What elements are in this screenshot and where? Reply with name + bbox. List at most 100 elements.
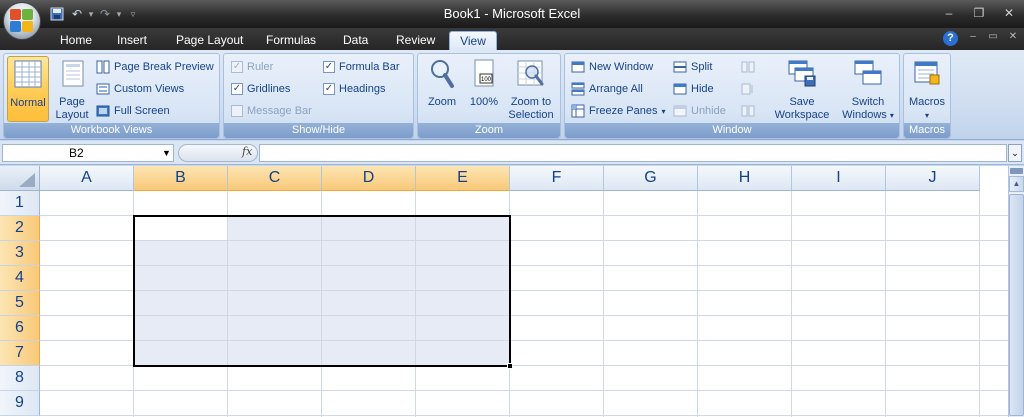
headings-checkbox[interactable]: ✓ Headings: [323, 80, 385, 98]
scroll-up-icon[interactable]: ▲: [1009, 176, 1024, 192]
page-break-preview-label: Page Break Preview: [114, 61, 214, 73]
gridlines-label: Gridlines: [247, 83, 291, 95]
column-header-e[interactable]: E: [416, 166, 510, 191]
zoom-100-button[interactable]: 100 100%: [464, 56, 504, 122]
hide-button[interactable]: Hide: [673, 80, 714, 98]
workbook-window-controls: – ▭ ✕: [966, 31, 1020, 45]
row-header-7[interactable]: 7: [0, 341, 40, 366]
worksheet-grid[interactable]: ABCDEFGHIJ 123456789: [0, 166, 1008, 417]
column-header-h[interactable]: H: [698, 166, 792, 191]
ruler-checkbox: ✓ Ruler: [231, 58, 273, 76]
workbook-minimize-icon[interactable]: –: [966, 31, 980, 45]
magnifier-icon: [431, 60, 454, 88]
normal-view-button[interactable]: Normal: [7, 56, 49, 122]
freeze-panes-button[interactable]: Freeze Panes ▾: [571, 102, 666, 120]
row-header-3[interactable]: 3: [0, 241, 40, 266]
zoom-to-selection-button[interactable]: Zoom to Selection: [506, 56, 556, 122]
office-logo-icon: [10, 9, 34, 33]
column-header-d[interactable]: D: [322, 166, 416, 191]
save-workspace-label-2: Workspace: [774, 109, 830, 121]
message-bar-checkbox: Message Bar: [231, 102, 312, 120]
new-window-icon: [571, 61, 585, 73]
column-header-i[interactable]: I: [792, 166, 886, 191]
row-header-2[interactable]: 2: [0, 216, 40, 241]
column-header-c[interactable]: C: [228, 166, 322, 191]
custom-views-button[interactable]: Custom Views: [96, 80, 184, 98]
new-window-label: New Window: [589, 61, 654, 73]
row-header-1[interactable]: 1: [0, 191, 40, 216]
insert-function-icon[interactable]: fx: [242, 145, 252, 158]
name-box-dropdown-icon[interactable]: ▼: [162, 144, 171, 162]
workbook-close-icon[interactable]: ✕: [1006, 31, 1020, 45]
split-button[interactable]: Split: [673, 58, 712, 76]
column-header-g[interactable]: G: [604, 166, 698, 191]
row-header-4[interactable]: 4: [0, 266, 40, 291]
office-button[interactable]: [3, 2, 41, 40]
arrange-all-label: Arrange All: [589, 83, 643, 95]
page-layout-view-button[interactable]: Page Layout: [52, 56, 92, 122]
page-layout-view-icon: [62, 60, 84, 87]
tab-page-layout[interactable]: Page Layout: [166, 31, 253, 50]
minimize-icon[interactable]: –: [938, 4, 960, 22]
group-label-zoom: Zoom: [418, 123, 560, 138]
switch-windows-button[interactable]: Switch Windows ▾: [837, 56, 899, 122]
fill-handle[interactable]: [507, 363, 513, 369]
custom-views-icon: [96, 83, 110, 95]
expand-formula-bar-icon[interactable]: ⌄: [1008, 144, 1022, 162]
formula-bar-checkbox[interactable]: ✓ Formula Bar: [323, 58, 400, 76]
vertical-scrollbar[interactable]: ▲: [1008, 166, 1024, 417]
row-header-5[interactable]: 5: [0, 291, 40, 316]
tab-data[interactable]: Data: [333, 31, 378, 50]
macros-icon: [914, 61, 940, 85]
zoom-to-selection-label-2: Selection: [508, 109, 554, 121]
select-all-triangle-icon: [19, 173, 35, 187]
zoom-button[interactable]: Zoom: [422, 56, 462, 122]
unhide-label: Unhide: [691, 105, 726, 117]
message-bar-label: Message Bar: [247, 105, 312, 117]
window-controls: – ❐ ✕: [938, 4, 1020, 22]
page-layout-label-2: Layout: [55, 109, 89, 121]
group-workbook-views: Normal Page Layout Page Break Preview Cu…: [3, 53, 220, 139]
tab-view[interactable]: View: [449, 31, 497, 50]
normal-view-icon: [14, 60, 42, 88]
name-box[interactable]: B2: [2, 144, 174, 162]
gridlines-checkbox[interactable]: ✓ Gridlines: [231, 80, 290, 98]
zoom-to-selection-label-1: Zoom to: [510, 96, 552, 108]
zoom-100-label: 100%: [469, 96, 499, 108]
split-box[interactable]: [1010, 168, 1023, 174]
column-header-a[interactable]: A: [40, 166, 134, 191]
formula-bar: B2 ▼ fx ⌄: [0, 141, 1024, 165]
selection-border: [133, 215, 511, 367]
row-header-8[interactable]: 8: [0, 366, 40, 391]
page-layout-label-1: Page: [59, 96, 85, 108]
new-window-button[interactable]: New Window: [571, 58, 653, 76]
column-header-j[interactable]: J: [886, 166, 980, 191]
tab-insert[interactable]: Insert: [107, 31, 157, 50]
full-screen-button[interactable]: Full Screen: [96, 102, 170, 120]
column-header-b[interactable]: B: [134, 166, 228, 191]
column-header-f[interactable]: F: [510, 166, 604, 191]
tab-formulas[interactable]: Formulas: [256, 31, 326, 50]
zoom-label: Zoom: [427, 96, 457, 108]
help-icon[interactable]: ?: [943, 31, 958, 46]
page-break-preview-icon: [96, 60, 110, 74]
macros-button[interactable]: Macros ▾: [906, 56, 948, 122]
save-workspace-button[interactable]: Save Workspace: [769, 56, 835, 122]
freeze-panes-label: Freeze Panes: [589, 105, 658, 117]
arrange-all-icon: [571, 82, 585, 96]
page-break-preview-button[interactable]: Page Break Preview: [96, 58, 214, 76]
arrange-all-button[interactable]: Arrange All: [571, 80, 643, 98]
formula-input[interactable]: [259, 144, 1007, 162]
select-all-button[interactable]: [0, 166, 40, 191]
close-icon[interactable]: ✕: [998, 4, 1020, 22]
tab-review[interactable]: Review: [386, 31, 445, 50]
tab-home[interactable]: Home: [50, 31, 102, 50]
workbook-restore-icon[interactable]: ▭: [986, 31, 1000, 45]
app-name: Microsoft Excel: [492, 6, 581, 21]
row-header-6[interactable]: 6: [0, 316, 40, 341]
split-icon: [673, 61, 687, 73]
row-header-9[interactable]: 9: [0, 391, 40, 416]
restore-icon[interactable]: ❐: [968, 4, 990, 22]
scroll-thumb[interactable]: [1009, 194, 1024, 416]
save-workspace-icon: [788, 60, 816, 87]
